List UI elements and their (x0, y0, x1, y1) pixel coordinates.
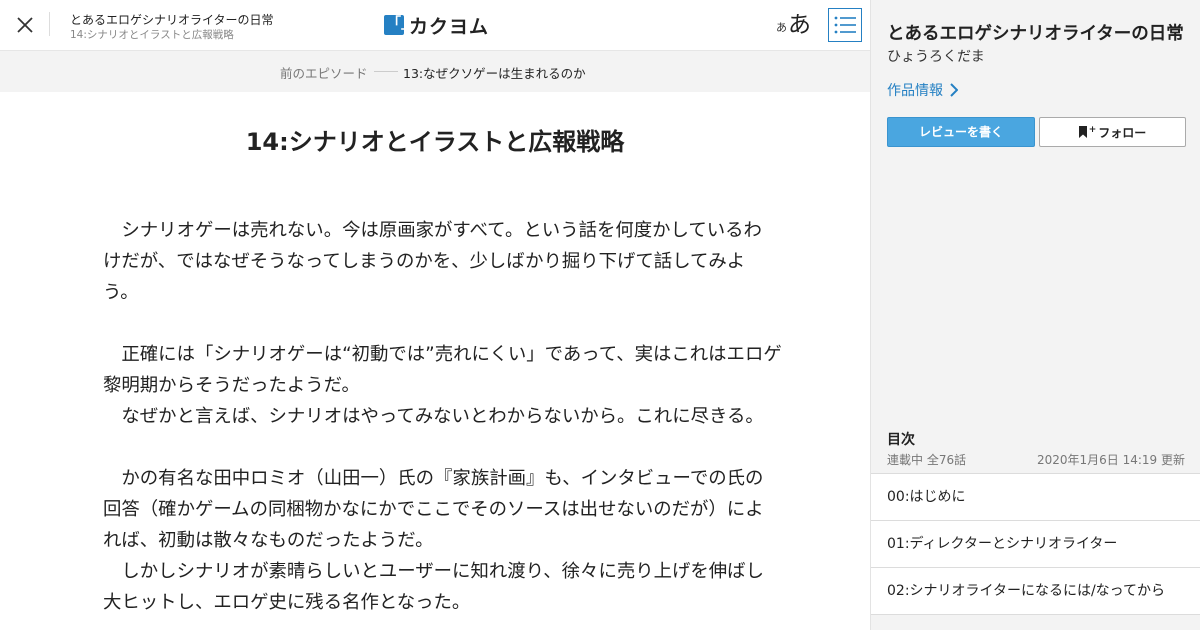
font-size-button[interactable]: あ あ (776, 8, 811, 40)
body-line: しかしシナリオが素晴らしいとユーザーに知れ渡り、徐々に売り上げを伸ばし (103, 561, 764, 582)
follow-button[interactable]: + フォロー (1039, 117, 1186, 147)
toc-heading: 目次 (887, 432, 915, 448)
previous-episode-bar: 前のエピソード 13:なぜクソゲーは生まれるのか (0, 51, 870, 92)
work-info-link[interactable]: 作品情報 (887, 80, 958, 100)
font-size-small-glyph: あ (776, 21, 787, 34)
work-info-label: 作品情報 (887, 83, 943, 99)
toc-updated-date: 2020年1月6日 14:19 更新 (1036, 453, 1185, 467)
episode-title: 14:シナリオとイラストと広報戦略 (245, 128, 625, 156)
body-line: けだが、ではなぜそうなってしまうのかを、少しばかり掘り下げて話してみよ (103, 251, 746, 272)
chevron-right-icon (950, 83, 958, 97)
topbar-divider (49, 12, 50, 36)
kakuyomu-logo[interactable]: 「」 カクヨム (384, 13, 490, 38)
reader-main: とあるエロゲシナリオライターの日常 14:シナリオとイラストと広報戦略 「」 カ… (0, 0, 870, 630)
body-line: う。 (103, 282, 139, 303)
follow-label: フォロー (1098, 125, 1147, 140)
toc-item[interactable]: 00:はじめに (871, 474, 1200, 521)
toc-list: 00:はじめに 01:ディレクターとシナリオライター 02:シナリオライターにな… (871, 473, 1200, 615)
body-line: 大ヒットし、エロゲ史に残る名作となった。 (103, 592, 471, 613)
body-line: かの有名な田中ロミオ（山田一）氏の『家族計画』も、インタビューでの氏の (103, 468, 764, 489)
close-icon (17, 17, 33, 33)
body-line: 黎明期からそうだったようだ。 (103, 375, 360, 396)
logo-text: カクヨム (409, 15, 490, 38)
bookmark-icon (1078, 126, 1087, 138)
body-line: 正確には「シナリオゲーは“初動では”売れにくい」であって、実はこれはエロゲ (103, 344, 782, 365)
previous-episode-separator (374, 71, 398, 72)
close-button[interactable] (10, 10, 40, 40)
font-size-big-glyph: あ (788, 12, 811, 38)
table-of-contents-button[interactable] (828, 8, 862, 42)
list-icon (834, 16, 856, 34)
body-line: 回答（確かゲームの同梱物かなにかでここでそのソースは出せないのだが）によ (103, 499, 764, 520)
body-line: なぜかと言えば、シナリオはやってみないとわからないから。これに尽きる。 (103, 406, 764, 427)
body-line: れば、初動は散々なものだったようだ。 (103, 530, 434, 551)
previous-episode-link[interactable]: 13:なぜクソゲーは生まれるのか (403, 63, 586, 82)
episode-body: シナリオゲーは売れない。今は原画家がすべて。という話を何度かしているわ けだが、で… (103, 215, 782, 618)
body-line: シナリオゲーは売れない。今は原画家がすべて。という話を何度かしているわ (103, 220, 762, 241)
toc-item[interactable]: 01:ディレクターとシナリオライター (871, 521, 1200, 568)
sidebar-author[interactable]: ひょうろくだま (887, 46, 985, 66)
logo-mark-text: 「」 (387, 16, 415, 32)
toc-item[interactable]: 02:シナリオライターになるには/なってから (871, 568, 1200, 615)
episode-subtitle: 14:シナリオとイラストと広報戦略 (70, 29, 234, 41)
previous-episode-label: 前のエピソード (280, 66, 368, 81)
work-title[interactable]: とあるエロゲシナリオライターの日常 (70, 11, 274, 28)
top-bar: とあるエロゲシナリオライターの日常 14:シナリオとイラストと広報戦略 「」 カ… (0, 0, 870, 51)
follow-plus: + (1088, 125, 1097, 135)
toc-status: 連載中 全76話 (887, 453, 967, 467)
logo-mark-icon: 「」 (384, 15, 415, 35)
write-review-button[interactable]: レビューを書く (887, 117, 1035, 147)
sidebar-work-title[interactable]: とあるエロゲシナリオライターの日常 (887, 20, 1184, 45)
work-sidebar: とあるエロゲシナリオライターの日常 ひょうろくだま 作品情報 レビューを書く +… (870, 0, 1200, 630)
